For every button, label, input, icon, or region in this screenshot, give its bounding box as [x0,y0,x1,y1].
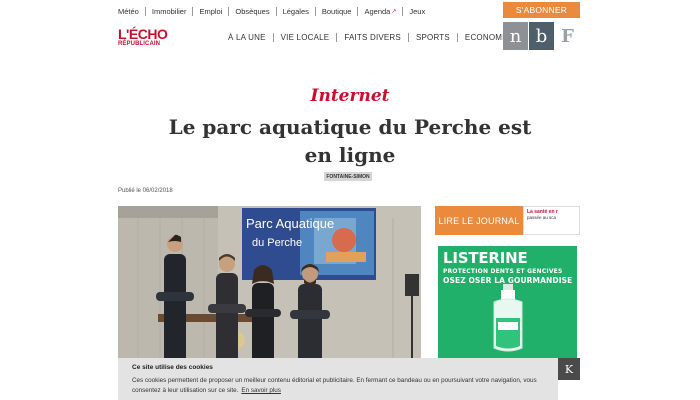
divider [192,6,194,16]
topnav-boutique[interactable]: Boutique [322,7,352,16]
article-photo: Parc Aquatique du Perche [118,206,421,366]
nav-faits-divers[interactable]: FAITS DIVERS [344,33,401,42]
mouthwash-bottle-icon [493,284,523,352]
read-newspaper-button[interactable]: LIRE LE JOURNAL [435,206,523,235]
screen-title-line1: Parc Aquatique [246,216,334,231]
cookie-close-button[interactable]: K [558,358,580,380]
nav-sports[interactable]: SPORTS [416,33,450,42]
divider [407,32,409,42]
newspaper-thumbnail[interactable]: La santé en r passée au sca [523,206,580,235]
divider [272,32,274,42]
article-kicker: Internet [310,86,390,106]
cookie-heading: Ce site utilise des cookies [132,364,213,371]
topnav-label: Légales [282,6,309,16]
listerine-ad[interactable]: LISTERINE PROTECTION DENTS ET GENCIVES O… [438,246,577,364]
photo-illustration: Parc Aquatique du Perche [118,206,421,366]
topnav-label: Emploi [199,6,223,16]
divider [314,6,316,16]
divider [402,6,404,16]
topnav-meteo[interactable]: Météo [118,7,139,16]
cookie-text: Ces cookies permettent de proposer un me… [132,376,544,396]
thumbnail-headline-2: passée au sca [527,215,557,220]
topnav-obseques[interactable]: Obsèques [235,7,269,16]
main-nav: À LA UNE VIE LOCALE FAITS DIVERS SPORTS … [228,31,510,43]
divider [357,6,359,16]
location-tag[interactable]: FONTAINE-SIMON [324,172,372,181]
article-title: Le parc aquatique du Perche est en ligne [168,115,532,167]
nav-a-la-une[interactable]: À LA UNE [228,33,266,42]
screen-title-line2: du Perche [252,237,302,249]
topnav-label: Agenda [364,6,391,16]
thumbnail-headline-1: La santé en r [527,209,558,215]
logo-line2: RÉPUBLICAIN [118,41,161,47]
topnav-label: Immobilier [151,6,187,16]
topnav-agenda[interactable]: Agenda ↗ [364,7,396,16]
topnav-label: Boutique [321,6,352,16]
site-logo[interactable]: L'ÉCHO RÉPUBLICAIN [118,26,168,47]
topnav-label: Obsèques [235,6,270,16]
divider [228,6,230,16]
divider [456,32,458,42]
logo-line1: L'ÉCHO [118,26,168,42]
topnav-jeux[interactable]: Jeux [409,7,425,16]
blog-tile[interactable]: b [529,22,554,50]
nomination-tile[interactable]: n [503,22,528,50]
nav-vie-locale[interactable]: VIE LOCALE [281,33,330,42]
topnav-label: Météo [118,6,139,16]
top-utility-nav: Météo Immobilier Emploi Obsèques Légales… [118,5,425,17]
topnav-emploi[interactable]: Emploi [199,7,222,16]
topnav-legales[interactable]: Légales [283,7,309,16]
facebook-tile[interactable]: F [555,22,580,50]
cookie-banner: Ce site utilise des cookies Ces cookies … [118,358,558,400]
external-link-icon: ↗ [391,8,397,15]
topnav-immobilier[interactable]: Immobilier [152,7,187,16]
learn-more-link[interactable]: En savoir plus [241,387,281,394]
cookie-body: Ces cookies permettent de proposer un me… [132,377,537,394]
publish-date: Publié le 06/02/2018 [118,188,173,194]
divider [144,6,146,16]
topnav-label: Jeux [409,6,426,16]
subscribe-button[interactable]: S'ABONNER [503,2,580,18]
divider [336,32,338,42]
divider [275,6,277,16]
